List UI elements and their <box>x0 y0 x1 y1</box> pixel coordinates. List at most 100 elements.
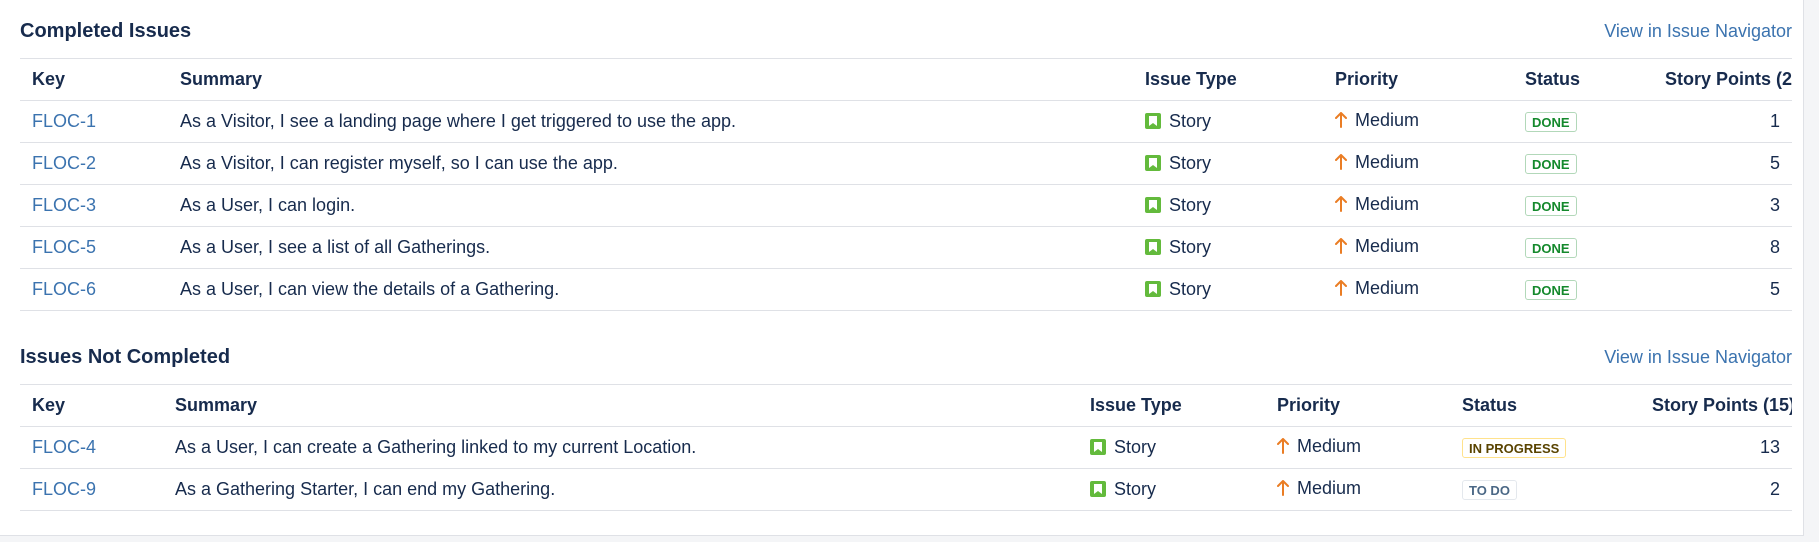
key-cell: FLOC-6 <box>20 268 168 311</box>
table-header-row: Key Summary Issue Type Priority Status S… <box>20 58 1792 101</box>
priority-label: Medium <box>1355 110 1420 130</box>
summary-cell: As a User, I can create a Gathering link… <box>163 426 1078 469</box>
table-row: FLOC-6 As a User, I can view the details… <box>20 268 1792 311</box>
column-header-status[interactable]: Status <box>1450 384 1640 427</box>
priority-medium-arrow-up-icon <box>1335 112 1347 133</box>
story-icon <box>1145 197 1161 213</box>
issue-type-cell: Story <box>1133 142 1323 185</box>
status-lozenge: IN PROGRESS <box>1462 438 1567 458</box>
issue-type-label: Story <box>1169 195 1212 215</box>
status-lozenge: DONE <box>1525 196 1577 216</box>
priority-medium-arrow-up-icon <box>1277 438 1289 459</box>
priority-label: Medium <box>1297 478 1362 498</box>
priority-cell: Medium <box>1265 468 1450 511</box>
key-cell: FLOC-5 <box>20 226 168 269</box>
summary-cell: As a User, I can login. <box>168 184 1133 227</box>
table-row: FLOC-5 As a User, I see a list of all Ga… <box>20 226 1792 269</box>
issue-type-label: Story <box>1169 111 1212 131</box>
issue-key-link[interactable]: FLOC-2 <box>32 153 96 173</box>
column-header-story-points[interactable]: Story Points (15) <box>1640 384 1792 427</box>
priority-label: Medium <box>1355 278 1420 298</box>
issue-key-link[interactable]: FLOC-9 <box>32 479 96 499</box>
key-cell: FLOC-4 <box>20 426 163 469</box>
story-points-cell: 8 <box>1653 226 1792 269</box>
issue-type-label: Story <box>1169 153 1212 173</box>
completed-issues-table: Key Summary Issue Type Priority Status S… <box>20 58 1792 311</box>
status-cell: TO DO <box>1450 468 1640 511</box>
priority-label: Medium <box>1355 152 1420 172</box>
issue-type-cell: Story <box>1078 426 1265 469</box>
status-cell: IN PROGRESS <box>1450 426 1640 469</box>
status-lozenge: DONE <box>1525 112 1577 132</box>
issue-type-label: Story <box>1114 437 1157 457</box>
section-header: Issues Not Completed View in Issue Navig… <box>20 326 1792 384</box>
table-row: FLOC-4 As a User, I can create a Gatheri… <box>20 426 1792 469</box>
story-points-cell: 1 <box>1653 100 1792 143</box>
story-points-cell: 5 <box>1653 268 1792 311</box>
issue-key-link[interactable]: FLOC-1 <box>32 111 96 131</box>
summary-cell: As a User, I can view the details of a G… <box>168 268 1133 311</box>
priority-medium-arrow-up-icon <box>1335 196 1347 217</box>
column-header-summary[interactable]: Summary <box>168 58 1133 101</box>
priority-medium-arrow-up-icon <box>1335 238 1347 259</box>
section-title: Issues Not Completed <box>20 346 231 368</box>
column-header-status[interactable]: Status <box>1513 58 1653 101</box>
story-icon <box>1090 481 1106 497</box>
issue-type-label: Story <box>1169 279 1212 299</box>
story-points-cell: 5 <box>1653 142 1792 185</box>
issue-key-link[interactable]: FLOC-6 <box>32 279 96 299</box>
issue-key-link[interactable]: FLOC-3 <box>32 195 96 215</box>
priority-cell: Medium <box>1323 268 1513 311</box>
status-cell: DONE <box>1513 184 1653 227</box>
completed-issues-body: FLOC-1 As a Visitor, I see a landing pag… <box>20 100 1792 311</box>
column-header-summary[interactable]: Summary <box>163 384 1078 427</box>
section-header: Completed Issues View in Issue Navigator <box>20 0 1792 58</box>
key-cell: FLOC-2 <box>20 142 168 185</box>
issue-key-link[interactable]: FLOC-5 <box>32 237 96 257</box>
table-row: FLOC-3 As a User, I can login. Story Med… <box>20 184 1792 227</box>
table-row: FLOC-1 As a Visitor, I see a landing pag… <box>20 100 1792 143</box>
priority-label: Medium <box>1355 236 1420 256</box>
priority-label: Medium <box>1297 436 1362 456</box>
view-in-issue-navigator-link[interactable]: View in Issue Navigator <box>1604 21 1792 42</box>
priority-cell: Medium <box>1323 184 1513 227</box>
completed-issues-section: Completed Issues View in Issue Navigator… <box>20 0 1792 311</box>
table-row: FLOC-2 As a Visitor, I can register myse… <box>20 142 1792 185</box>
priority-cell: Medium <box>1323 142 1513 185</box>
issue-type-cell: Story <box>1133 100 1323 143</box>
issues-not-completed-section: Issues Not Completed View in Issue Navig… <box>20 326 1792 511</box>
status-cell: DONE <box>1513 268 1653 311</box>
column-header-story-points[interactable]: Story Points (22) <box>1653 58 1792 101</box>
summary-cell: As a Visitor, I can register myself, so … <box>168 142 1133 185</box>
issue-type-cell: Story <box>1133 226 1323 269</box>
priority-medium-arrow-up-icon <box>1277 480 1289 501</box>
story-points-cell: 13 <box>1640 426 1792 469</box>
issue-type-label: Story <box>1114 479 1157 499</box>
issue-type-cell: Story <box>1133 184 1323 227</box>
view-in-issue-navigator-link[interactable]: View in Issue Navigator <box>1604 347 1792 368</box>
section-title: Completed Issues <box>20 20 192 42</box>
priority-label: Medium <box>1355 194 1420 214</box>
status-lozenge: DONE <box>1525 238 1577 258</box>
priority-cell: Medium <box>1265 426 1450 469</box>
column-header-key[interactable]: Key <box>20 58 168 101</box>
summary-cell: As a User, I see a list of all Gathering… <box>168 226 1133 269</box>
priority-medium-arrow-up-icon <box>1335 280 1347 301</box>
summary-cell: As a Visitor, I see a landing page where… <box>168 100 1133 143</box>
key-cell: FLOC-1 <box>20 100 168 143</box>
column-header-priority[interactable]: Priority <box>1323 58 1513 101</box>
issue-type-label: Story <box>1169 237 1212 257</box>
issues-not-completed-body: FLOC-4 As a User, I can create a Gatheri… <box>20 426 1792 511</box>
summary-cell: As a Gathering Starter, I can end my Gat… <box>163 468 1078 511</box>
column-header-issue-type[interactable]: Issue Type <box>1078 384 1265 427</box>
column-header-priority[interactable]: Priority <box>1265 384 1450 427</box>
story-icon <box>1145 113 1161 129</box>
issues-not-completed-table: Key Summary Issue Type Priority Status S… <box>20 384 1792 511</box>
story-points-cell: 3 <box>1653 184 1792 227</box>
status-cell: DONE <box>1513 100 1653 143</box>
issue-key-link[interactable]: FLOC-4 <box>32 437 96 457</box>
column-header-key[interactable]: Key <box>20 384 163 427</box>
story-icon <box>1090 439 1106 455</box>
column-header-issue-type[interactable]: Issue Type <box>1133 58 1323 101</box>
status-lozenge: TO DO <box>1462 480 1517 500</box>
